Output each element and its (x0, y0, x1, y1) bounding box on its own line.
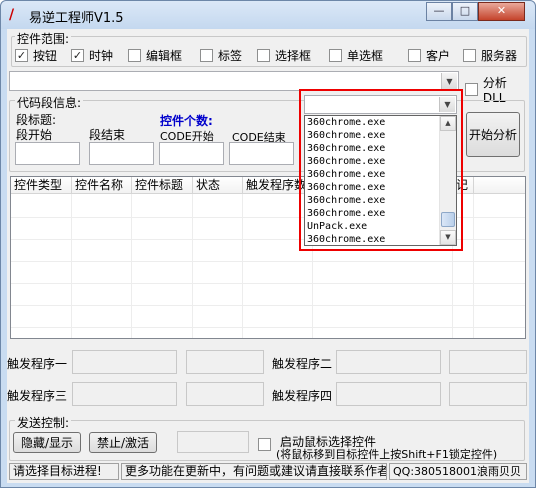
process-combo[interactable]: ▼ (9, 71, 459, 91)
trigger-2-label: 触发程序二 (272, 357, 333, 371)
checkbox-button[interactable]: ✓ 按钮 (15, 47, 57, 64)
grid-line (131, 194, 132, 338)
code-start-field[interactable] (159, 142, 224, 165)
checkbox-client[interactable]: 客户 (408, 47, 450, 64)
trigger-3-label: 触发程序三 (7, 389, 68, 403)
chevron-down-icon[interactable]: ▼ (441, 73, 457, 89)
start-analysis-button[interactable]: 开始分析 (466, 112, 520, 157)
highlight-box (299, 89, 463, 251)
segment-start-field[interactable] (15, 142, 80, 165)
control-count-label: 控件个数: (160, 114, 213, 128)
checkbox-selectbox[interactable]: 选择框 (257, 47, 311, 64)
checkbox-timer[interactable]: ✓ 时钟 (71, 47, 113, 64)
checkbox-radio[interactable]: 单选框 (329, 47, 383, 64)
grid-line (71, 194, 72, 338)
status-middle: 更多功能在更新中，有问题或建议请直接联系作者 (121, 463, 387, 480)
trigger-4-extra-field[interactable] (449, 382, 527, 406)
checkbox-label[interactable]: 标签 (200, 47, 242, 64)
trigger-3-extra-field[interactable] (186, 382, 264, 406)
segment-end-label: 段结束 (89, 128, 126, 142)
trigger-3-field[interactable] (72, 382, 177, 406)
hide-show-button[interactable]: 隐藏/显示 (13, 432, 81, 453)
trigger-1-extra-field[interactable] (186, 350, 264, 374)
column-header-filler (474, 177, 525, 194)
client-area: 控件范围: ✓ 按钮 ✓ 时钟 编辑框 标签 选择框 单选框 客户 服务器 ▼ 分析… (7, 29, 529, 483)
main-window: / 易逆工程师V1.5 — □ ✕ 控件范围: ✓ 按钮 ✓ 时钟 编辑框 标签 选… (0, 0, 536, 488)
segment-end-field[interactable] (89, 142, 154, 165)
checkbox-mouse-select[interactable] (258, 438, 276, 451)
send-value-field[interactable] (177, 431, 249, 453)
status-left: 请选择目标进程! (9, 463, 119, 480)
grid-line (11, 261, 525, 262)
column-header[interactable]: 状态 (193, 177, 243, 194)
minimize-button[interactable]: — (426, 2, 452, 21)
mouse-select-hint: (将鼠标移到目标控件上按Shift+F1锁定控件) (276, 448, 498, 461)
grid-line (242, 194, 243, 338)
send-control-title: 发送控制: (15, 414, 72, 431)
grid-line (473, 194, 474, 338)
grid-line (11, 327, 525, 328)
checked-icon: ✓ (71, 49, 84, 62)
title-bar[interactable]: / 易逆工程师V1.5 — □ ✕ (1, 1, 535, 29)
window-title: 易逆工程师V1.5 (29, 11, 124, 26)
code-info-title: 代码段信息: (15, 94, 84, 111)
column-header[interactable]: 控件类型 (11, 177, 72, 194)
checkbox-server[interactable]: 服务器 (463, 47, 517, 64)
status-right: QQ:380518001浪雨贝贝 (389, 463, 527, 480)
column-header[interactable]: 控件标题 (132, 177, 193, 194)
checkbox-editbox[interactable]: 编辑框 (128, 47, 182, 64)
segment-start-label: 段开始 (16, 128, 53, 142)
trigger-1-field[interactable] (72, 350, 177, 374)
app-logo-icon: / (9, 7, 15, 23)
grid-line (11, 283, 525, 284)
trigger-1-label: 触发程序一 (7, 357, 68, 371)
trigger-4-label: 触发程序四 (272, 389, 333, 403)
maximize-button[interactable]: □ (452, 2, 478, 21)
grid-line (11, 305, 525, 306)
grid-line (192, 194, 193, 338)
trigger-2-extra-field[interactable] (449, 350, 527, 374)
checked-icon: ✓ (15, 49, 28, 62)
trigger-4-field[interactable] (336, 382, 441, 406)
trigger-2-field[interactable] (336, 350, 441, 374)
close-button[interactable]: ✕ (478, 2, 525, 21)
disable-enable-button[interactable]: 禁止/激活 (89, 432, 157, 453)
code-end-field[interactable] (229, 142, 294, 165)
column-header[interactable]: 控件名称 (72, 177, 132, 194)
control-range-title: 控件范围: (15, 30, 72, 47)
